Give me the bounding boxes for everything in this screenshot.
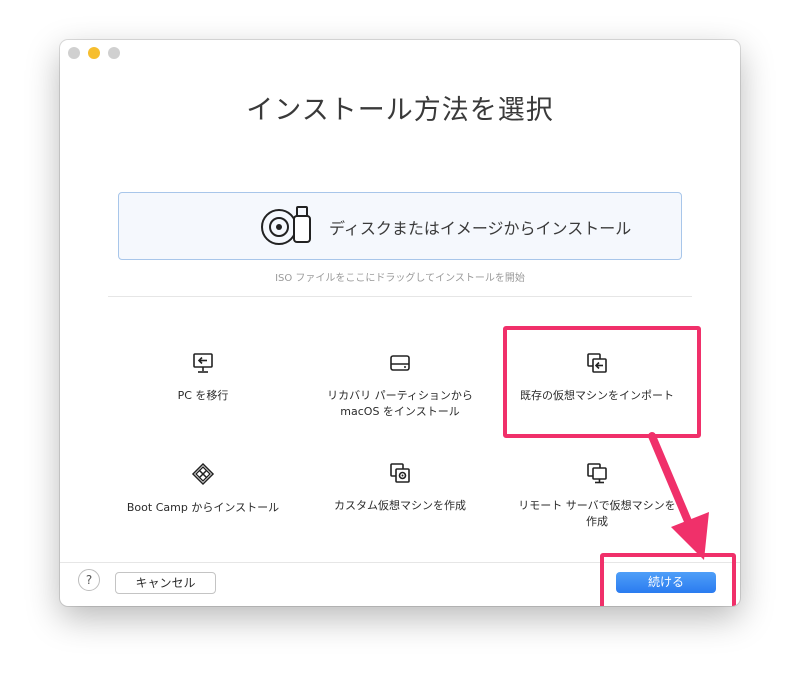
annotation-arrow — [648, 432, 709, 560]
